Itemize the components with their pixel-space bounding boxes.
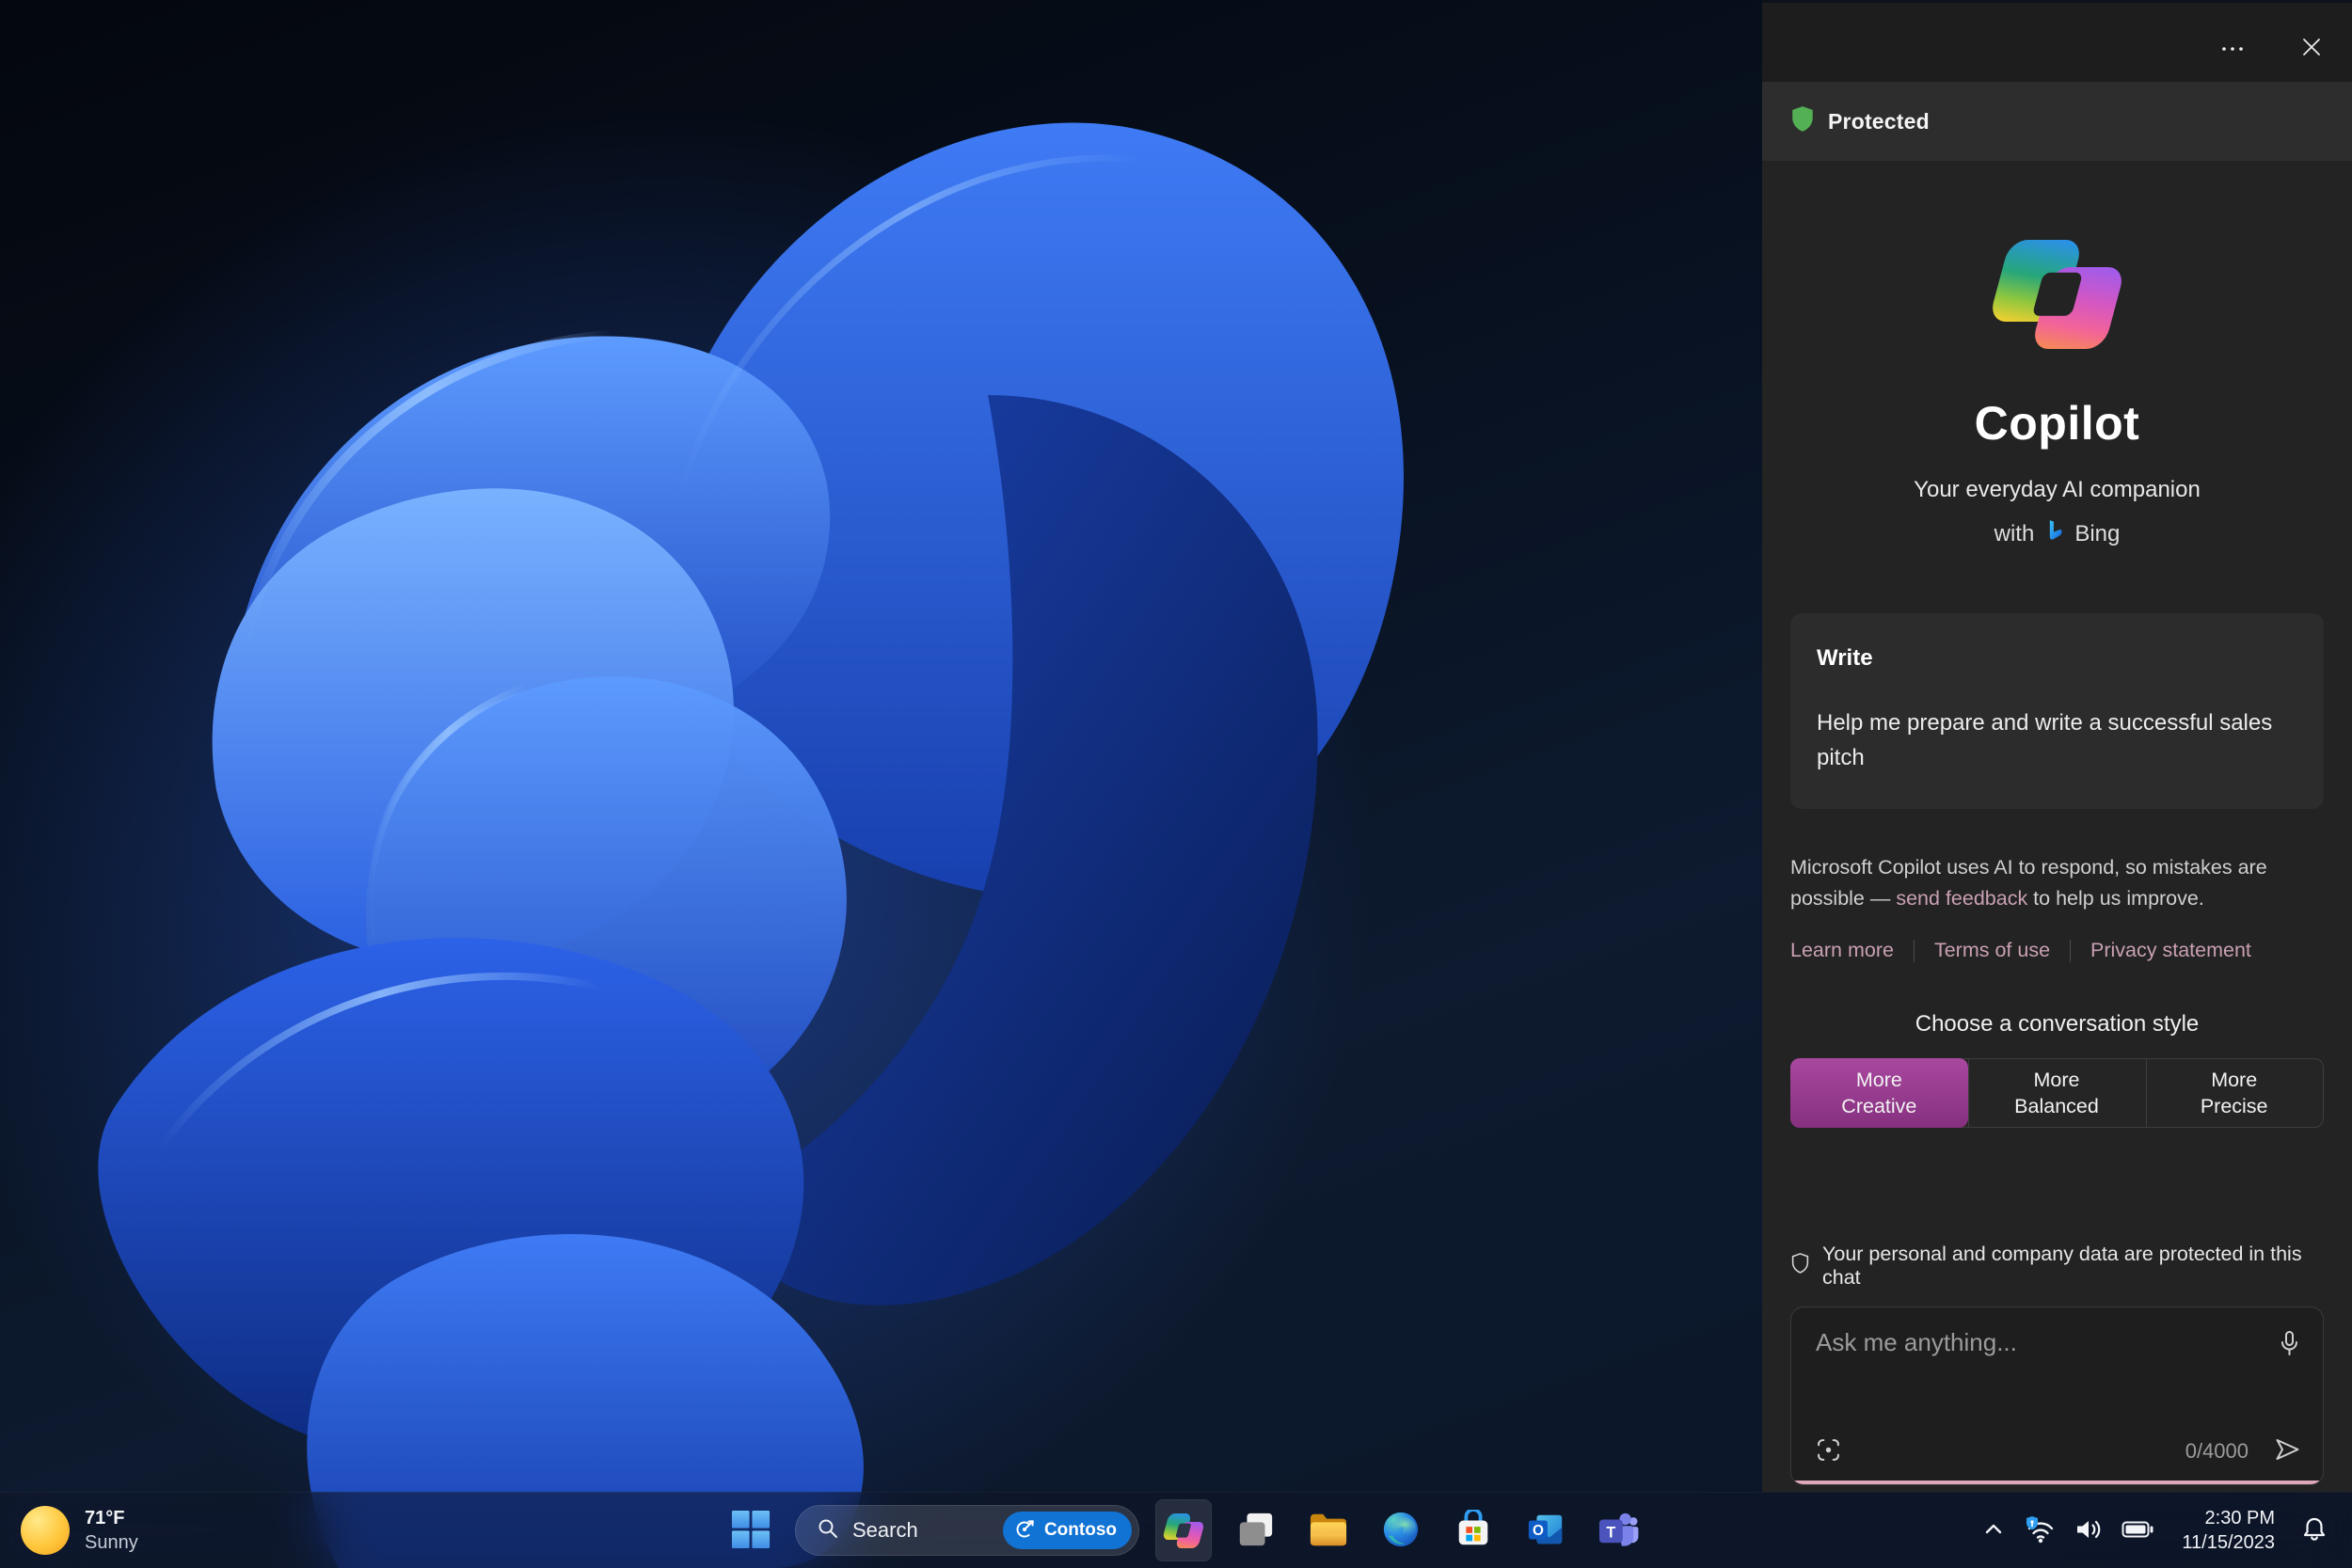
- weather-widget[interactable]: 71°F Sunny: [21, 1493, 138, 1568]
- wifi-vpn-icon: [2024, 1514, 2056, 1547]
- edge-icon: [1381, 1510, 1421, 1552]
- taskbar-app-file-explorer[interactable]: [1300, 1499, 1357, 1561]
- conversation-style-heading: Choose a conversation style: [1915, 1011, 2200, 1037]
- tray-overflow-button[interactable]: [1973, 1493, 2014, 1568]
- chat-input-toolbar: 0/4000: [1816, 1436, 2302, 1465]
- copilot-panel-header: [1762, 3, 2352, 82]
- taskbar-app-copilot[interactable]: [1155, 1499, 1212, 1561]
- protected-badge: Protected: [1762, 82, 2352, 161]
- taskbar-app-microsoft-store[interactable]: [1445, 1499, 1502, 1561]
- option-line2: Precise: [2200, 1095, 2268, 1117]
- system-tray: 2:30 PM 11/15/2023: [1973, 1493, 2337, 1568]
- option-line2: Creative: [1841, 1095, 1917, 1117]
- copilot-panel: Protected Copilot Your everyday AI compa…: [1762, 0, 2352, 1492]
- option-line1: More: [2033, 1069, 2080, 1091]
- write-card-body: Help me prepare and write a successful s…: [1817, 710, 2273, 770]
- write-suggestion-card[interactable]: Write Help me prepare and write a succes…: [1790, 613, 2324, 809]
- add-image-button[interactable]: [1816, 1437, 1841, 1465]
- teams-letter: T: [1606, 1524, 1615, 1541]
- desktop: Protected Copilot Your everyday AI compa…: [0, 0, 2352, 1568]
- more-icon: [2220, 41, 2245, 55]
- with-text: with: [1994, 520, 2035, 546]
- input-accent-bar: [1791, 1481, 2323, 1484]
- contoso-badge: Contoso: [1002, 1512, 1132, 1549]
- privacy-statement-link[interactable]: Privacy statement: [2090, 939, 2251, 962]
- teams-icon: T: [1597, 1511, 1639, 1551]
- style-option-more-precise[interactable]: More Precise: [2145, 1059, 2323, 1127]
- microphone-icon: [2277, 1331, 2302, 1361]
- tray-time: 2:30 PM: [2204, 1508, 2275, 1528]
- divider: [2070, 939, 2072, 962]
- copilot-logo: [1988, 240, 2126, 349]
- microsoft-store-icon: [1454, 1507, 1493, 1552]
- style-option-more-creative[interactable]: More Creative: [1790, 1058, 1968, 1128]
- outlook-icon: O: [1526, 1510, 1565, 1552]
- close-button[interactable]: [2294, 30, 2329, 66]
- option-line2: Balanced: [2014, 1095, 2099, 1117]
- chat-input-box: 0/4000: [1790, 1307, 2324, 1485]
- shield-protected-icon: [1790, 105, 1815, 137]
- weather-condition: Sunny: [85, 1532, 138, 1553]
- chat-input[interactable]: [1816, 1328, 2257, 1413]
- speaker-icon: [2074, 1516, 2103, 1545]
- windows-logo-icon: [731, 1510, 771, 1552]
- task-view-icon: [1236, 1510, 1276, 1552]
- search-box[interactable]: Search Contoso: [795, 1505, 1139, 1556]
- footer-links: Learn more Terms of use Privacy statemen…: [1790, 939, 2324, 962]
- taskbar: 71°F Sunny Search Contoso O T 2:30 PM 11…: [0, 1492, 2352, 1568]
- send-icon: [2273, 1439, 2302, 1465]
- copilot-panel-body: Copilot Your everyday AI companion with …: [1762, 240, 2352, 1485]
- tray-date: 11/15/2023: [2182, 1532, 2275, 1553]
- file-explorer-icon: [1308, 1511, 1349, 1551]
- data-protection-text: Your personal and company data are prote…: [1822, 1243, 2302, 1289]
- terms-of-use-link[interactable]: Terms of use: [1934, 939, 2050, 962]
- close-icon: [2301, 37, 2322, 60]
- chevron-up-icon: [1982, 1519, 2005, 1543]
- taskbar-app-edge[interactable]: [1373, 1499, 1429, 1561]
- search-placeholder: Search: [852, 1518, 918, 1542]
- bell-icon: [2301, 1515, 2328, 1546]
- shield-outline-icon: [1790, 1252, 1810, 1280]
- write-card-title: Write: [1817, 645, 1873, 671]
- network-button[interactable]: [2014, 1493, 2065, 1568]
- copilot-icon: [1162, 1513, 1205, 1548]
- style-option-more-balanced[interactable]: More Balanced: [1968, 1059, 2146, 1127]
- option-line1: More: [1855, 1069, 1902, 1091]
- conversation-style-selector: More Creative More Balanced More Precise: [1790, 1058, 2324, 1128]
- microphone-button[interactable]: [2277, 1330, 2302, 1361]
- clock-widget[interactable]: 2:30 PM 11/15/2023: [2182, 1506, 2275, 1555]
- battery-button[interactable]: [2112, 1493, 2163, 1568]
- bing-label: Bing: [2074, 520, 2121, 546]
- contoso-label: Contoso: [1043, 1520, 1117, 1540]
- weather-temperature: 71°F: [85, 1508, 125, 1528]
- outlook-letter: O: [1533, 1523, 1544, 1539]
- option-line1: More: [2211, 1069, 2258, 1091]
- taskbar-app-task-view[interactable]: [1228, 1499, 1284, 1561]
- search-icon: [817, 1517, 839, 1544]
- character-counter: 0/4000: [2185, 1438, 2249, 1463]
- data-protection-note: Your personal and company data are prote…: [1790, 1243, 2324, 1290]
- divider: [1913, 939, 1915, 962]
- learn-more-link[interactable]: Learn more: [1790, 939, 1894, 962]
- send-feedback-link[interactable]: send feedback: [1896, 887, 2027, 910]
- notifications-button[interactable]: [2292, 1493, 2337, 1568]
- screenshot-capture-icon: [1816, 1438, 1841, 1465]
- with-bing-row: with Bing: [1790, 518, 2324, 549]
- contoso-logo-icon: [1014, 1517, 1037, 1544]
- send-button[interactable]: [2273, 1436, 2302, 1465]
- start-button[interactable]: [723, 1499, 779, 1561]
- taskbar-app-outlook[interactable]: O: [1518, 1499, 1574, 1561]
- more-options-button[interactable]: [2215, 30, 2250, 66]
- volume-button[interactable]: [2065, 1493, 2112, 1568]
- page-title: Copilot: [1974, 397, 2140, 450]
- disclaimer-part2: to help us improve.: [2027, 887, 2204, 910]
- disclaimer-text: Microsoft Copilot uses AI to respond, so…: [1790, 852, 2324, 914]
- taskbar-app-teams[interactable]: T: [1590, 1499, 1646, 1561]
- protected-label: Protected: [1828, 108, 1930, 134]
- sun-icon: [21, 1506, 70, 1555]
- copilot-tagline: Your everyday AI companion: [1914, 477, 2201, 502]
- battery-icon: [2122, 1520, 2153, 1542]
- taskbar-center: Search Contoso O T: [723, 1493, 1646, 1568]
- bing-icon: [2042, 518, 2066, 549]
